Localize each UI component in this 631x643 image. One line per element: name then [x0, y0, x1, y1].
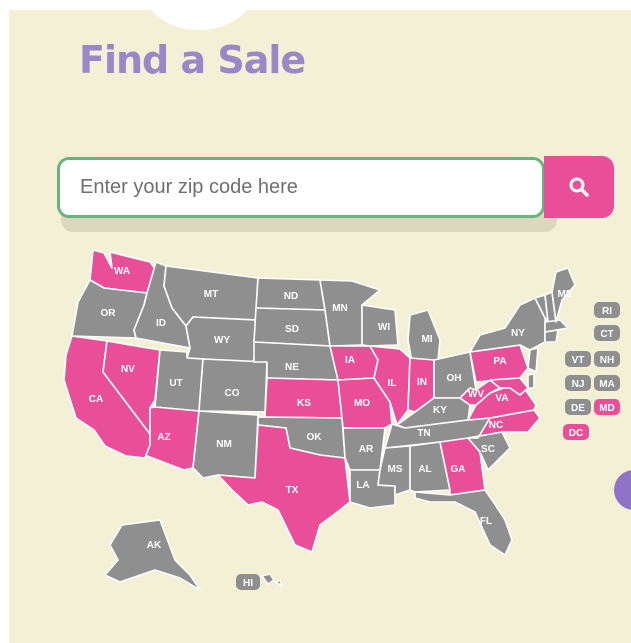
small-state-NJ[interactable]: NJ: [565, 375, 591, 391]
small-state-DC[interactable]: DC: [563, 424, 589, 440]
state-HI[interactable]: [261, 573, 283, 587]
state-ND[interactable]: [255, 277, 326, 311]
state-NE[interactable]: [253, 341, 339, 381]
small-state-NH[interactable]: NH: [594, 351, 620, 367]
small-state-DE[interactable]: DE: [565, 399, 591, 415]
small-state-RI[interactable]: RI: [594, 302, 620, 318]
state-NM[interactable]: [192, 410, 259, 479]
small-state-MD[interactable]: MD: [594, 399, 620, 415]
small-state-VT[interactable]: VT: [565, 351, 591, 367]
state-MT[interactable]: [163, 265, 259, 327]
state-FL[interactable]: [414, 489, 513, 556]
state-MI[interactable]: [407, 309, 441, 363]
state-WI[interactable]: [361, 304, 399, 347]
state-AK[interactable]: [104, 519, 201, 591]
state-CO[interactable]: [198, 358, 268, 413]
small-state-MA[interactable]: MA: [594, 375, 620, 391]
small-state-CT[interactable]: CT: [594, 325, 620, 341]
state-WY[interactable]: [185, 316, 257, 363]
state-CT[interactable]: [544, 329, 559, 343]
state-DE[interactable]: [527, 373, 535, 389]
state-SD[interactable]: [253, 307, 331, 347]
state-box-HI[interactable]: HI: [236, 574, 260, 590]
state-AZ[interactable]: [144, 406, 200, 471]
state-NY[interactable]: [469, 297, 546, 353]
state-KS[interactable]: [264, 377, 343, 419]
state-NJ[interactable]: [527, 347, 539, 373]
state-ME[interactable]: [551, 267, 576, 323]
state-IA[interactable]: [329, 345, 379, 381]
us-map: WA OR CA ID NV MT WY UT AZ CO NM ND SD N…: [63, 249, 620, 591]
state-AR[interactable]: [342, 427, 386, 471]
small-states-legend: RI CT VT NH NJ MA DE MD DC: [563, 302, 620, 440]
state-UT[interactable]: [154, 349, 204, 412]
